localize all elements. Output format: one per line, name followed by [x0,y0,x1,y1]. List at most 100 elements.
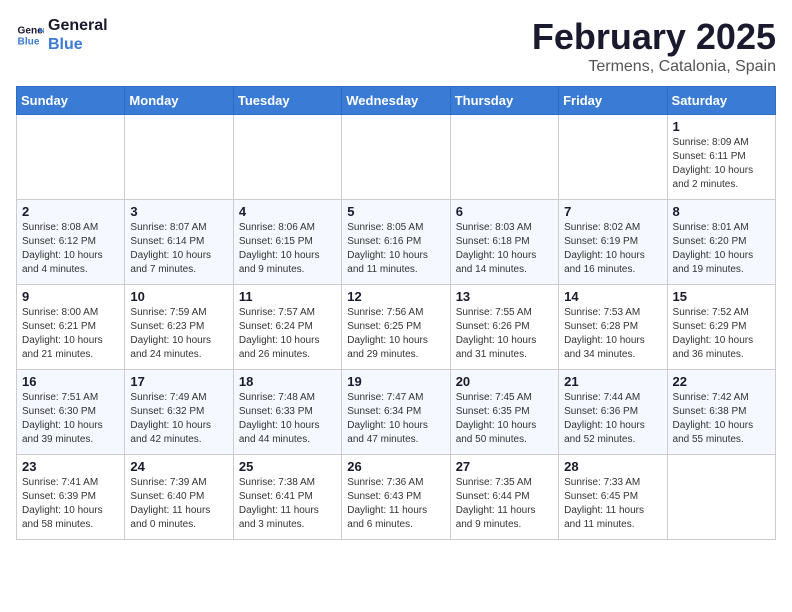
logo-line1: General [48,16,108,35]
calendar-cell: 6 Sunrise: 8:03 AM Sunset: 6:18 PM Daylig… [450,200,558,285]
day-number: 18 [239,374,336,389]
calendar-cell: 13Sunrise: 7:55 AM Sunset: 6:26 PM Dayli… [450,285,558,370]
calendar-cell: 24 Sunrise: 7:39 AM Sunset: 6:40 PM Dayli… [125,455,233,540]
calendar-cell: 7 Sunrise: 8:02 AM Sunset: 6:19 PM Daylig… [559,200,667,285]
calendar-cell: 15 Sunrise: 7:52 AM Sunset: 6:29 PM Dayli… [667,285,775,370]
day-info: Sunrise: 8:06 AM Sunset: 6:15 PM Dayligh… [239,221,336,277]
calendar-cell [559,115,667,200]
calendar-cell: 8 Sunrise: 8:01 AM Sunset: 6:20 PM Daylig… [667,200,775,285]
day-info: Sunrise: 7:36 AM Sunset: 6:43 PM Dayligh… [347,476,444,532]
logo: General Blue General Blue [16,16,108,54]
calendar-cell: 27 Sunrise: 7:35 AM Sunset: 6:44 PM Dayli… [450,455,558,540]
day-number: 9 [22,289,119,304]
day-number: 5 [347,204,444,219]
day-number: 6 [456,204,553,219]
calendar-cell [233,115,341,200]
calendar-cell: 19 Sunrise: 7:47 AM Sunset: 6:34 PM Dayli… [342,370,450,455]
calendar-cell: 20 Sunrise: 7:45 AM Sunset: 6:35 PM Dayli… [450,370,558,455]
calendar-week-3: 9 Sunrise: 8:00 AM Sunset: 6:21 PM Daylig… [17,285,776,370]
calendar-cell: 4 Sunrise: 8:06 AM Sunset: 6:15 PM Daylig… [233,200,341,285]
calendar-cell: 26Sunrise: 7:36 AM Sunset: 6:43 PM Dayli… [342,455,450,540]
calendar-week-4: 16 Sunrise: 7:51 AM Sunset: 6:30 PM Dayli… [17,370,776,455]
day-info: Sunrise: 7:59 AM Sunset: 6:23 PM Dayligh… [130,306,227,362]
calendar-week-1: 1Sunrise: 8:09 AM Sunset: 6:11 PM Daylig… [17,115,776,200]
day-info: Sunrise: 7:44 AM Sunset: 6:36 PM Dayligh… [564,391,661,447]
day-info: Sunrise: 7:51 AM Sunset: 6:30 PM Dayligh… [22,391,119,447]
day-header-friday: Friday [559,87,667,115]
day-info: Sunrise: 8:07 AM Sunset: 6:14 PM Dayligh… [130,221,227,277]
day-number: 13 [456,289,553,304]
day-info: Sunrise: 8:02 AM Sunset: 6:19 PM Dayligh… [564,221,661,277]
day-info: Sunrise: 7:33 AM Sunset: 6:45 PM Dayligh… [564,476,661,532]
day-number: 23 [22,459,119,474]
calendar-cell: 11 Sunrise: 7:57 AM Sunset: 6:24 PM Dayli… [233,285,341,370]
calendar-header-row: SundayMondayTuesdayWednesdayThursdayFrid… [17,87,776,115]
day-info: Sunrise: 7:41 AM Sunset: 6:39 PM Dayligh… [22,476,119,532]
calendar-cell [450,115,558,200]
day-info: Sunrise: 8:08 AM Sunset: 6:12 PM Dayligh… [22,221,119,277]
day-number: 14 [564,289,661,304]
calendar-cell: 9 Sunrise: 8:00 AM Sunset: 6:21 PM Daylig… [17,285,125,370]
day-info: Sunrise: 8:01 AM Sunset: 6:20 PM Dayligh… [673,221,770,277]
calendar-cell [342,115,450,200]
day-info: Sunrise: 7:35 AM Sunset: 6:44 PM Dayligh… [456,476,553,532]
day-header-monday: Monday [125,87,233,115]
calendar-cell: 21 Sunrise: 7:44 AM Sunset: 6:36 PM Dayli… [559,370,667,455]
day-number: 24 [130,459,227,474]
day-info: Sunrise: 8:00 AM Sunset: 6:21 PM Dayligh… [22,306,119,362]
day-header-sunday: Sunday [17,87,125,115]
day-number: 7 [564,204,661,219]
day-number: 11 [239,289,336,304]
header: General Blue General Blue February 2025 … [16,16,776,76]
calendar-cell [667,455,775,540]
day-number: 19 [347,374,444,389]
day-info: Sunrise: 7:48 AM Sunset: 6:33 PM Dayligh… [239,391,336,447]
day-number: 1 [673,119,770,134]
day-number: 20 [456,374,553,389]
day-info: Sunrise: 7:47 AM Sunset: 6:34 PM Dayligh… [347,391,444,447]
day-number: 17 [130,374,227,389]
calendar-week-2: 2 Sunrise: 8:08 AM Sunset: 6:12 PM Daylig… [17,200,776,285]
logo-icon: General Blue [16,21,44,49]
day-number: 21 [564,374,661,389]
day-number: 2 [22,204,119,219]
day-info: Sunrise: 7:56 AM Sunset: 6:25 PM Dayligh… [347,306,444,362]
day-info: Sunrise: 7:53 AM Sunset: 6:28 PM Dayligh… [564,306,661,362]
calendar-cell: 5Sunrise: 8:05 AM Sunset: 6:16 PM Daylig… [342,200,450,285]
calendar-cell [17,115,125,200]
day-info: Sunrise: 7:39 AM Sunset: 6:40 PM Dayligh… [130,476,227,532]
day-number: 28 [564,459,661,474]
calendar-cell: 23 Sunrise: 7:41 AM Sunset: 6:39 PM Dayli… [17,455,125,540]
day-info: Sunrise: 8:03 AM Sunset: 6:18 PM Dayligh… [456,221,553,277]
day-header-thursday: Thursday [450,87,558,115]
calendar-cell: 10 Sunrise: 7:59 AM Sunset: 6:23 PM Dayli… [125,285,233,370]
calendar: SundayMondayTuesdayWednesdayThursdayFrid… [16,86,776,540]
day-info: Sunrise: 7:49 AM Sunset: 6:32 PM Dayligh… [130,391,227,447]
day-number: 16 [22,374,119,389]
day-info: Sunrise: 7:52 AM Sunset: 6:29 PM Dayligh… [673,306,770,362]
day-number: 25 [239,459,336,474]
calendar-cell: 2 Sunrise: 8:08 AM Sunset: 6:12 PM Daylig… [17,200,125,285]
calendar-cell: 28 Sunrise: 7:33 AM Sunset: 6:45 PM Dayli… [559,455,667,540]
day-info: Sunrise: 7:57 AM Sunset: 6:24 PM Dayligh… [239,306,336,362]
calendar-cell: 16 Sunrise: 7:51 AM Sunset: 6:30 PM Dayli… [17,370,125,455]
location-title: Termens, Catalonia, Spain [532,58,776,76]
calendar-cell: 22Sunrise: 7:42 AM Sunset: 6:38 PM Dayli… [667,370,775,455]
day-number: 10 [130,289,227,304]
svg-text:Blue: Blue [18,37,40,48]
calendar-cell: 14 Sunrise: 7:53 AM Sunset: 6:28 PM Dayli… [559,285,667,370]
day-info: Sunrise: 7:45 AM Sunset: 6:35 PM Dayligh… [456,391,553,447]
title-area: February 2025 Termens, Catalonia, Spain [532,16,776,76]
calendar-cell: 17 Sunrise: 7:49 AM Sunset: 6:32 PM Dayli… [125,370,233,455]
calendar-week-5: 23 Sunrise: 7:41 AM Sunset: 6:39 PM Dayli… [17,455,776,540]
day-number: 4 [239,204,336,219]
day-number: 27 [456,459,553,474]
calendar-cell: 18 Sunrise: 7:48 AM Sunset: 6:33 PM Dayli… [233,370,341,455]
day-header-wednesday: Wednesday [342,87,450,115]
day-number: 15 [673,289,770,304]
month-title: February 2025 [532,16,776,58]
day-header-tuesday: Tuesday [233,87,341,115]
calendar-cell: 1Sunrise: 8:09 AM Sunset: 6:11 PM Daylig… [667,115,775,200]
calendar-cell: 12Sunrise: 7:56 AM Sunset: 6:25 PM Dayli… [342,285,450,370]
day-number: 8 [673,204,770,219]
